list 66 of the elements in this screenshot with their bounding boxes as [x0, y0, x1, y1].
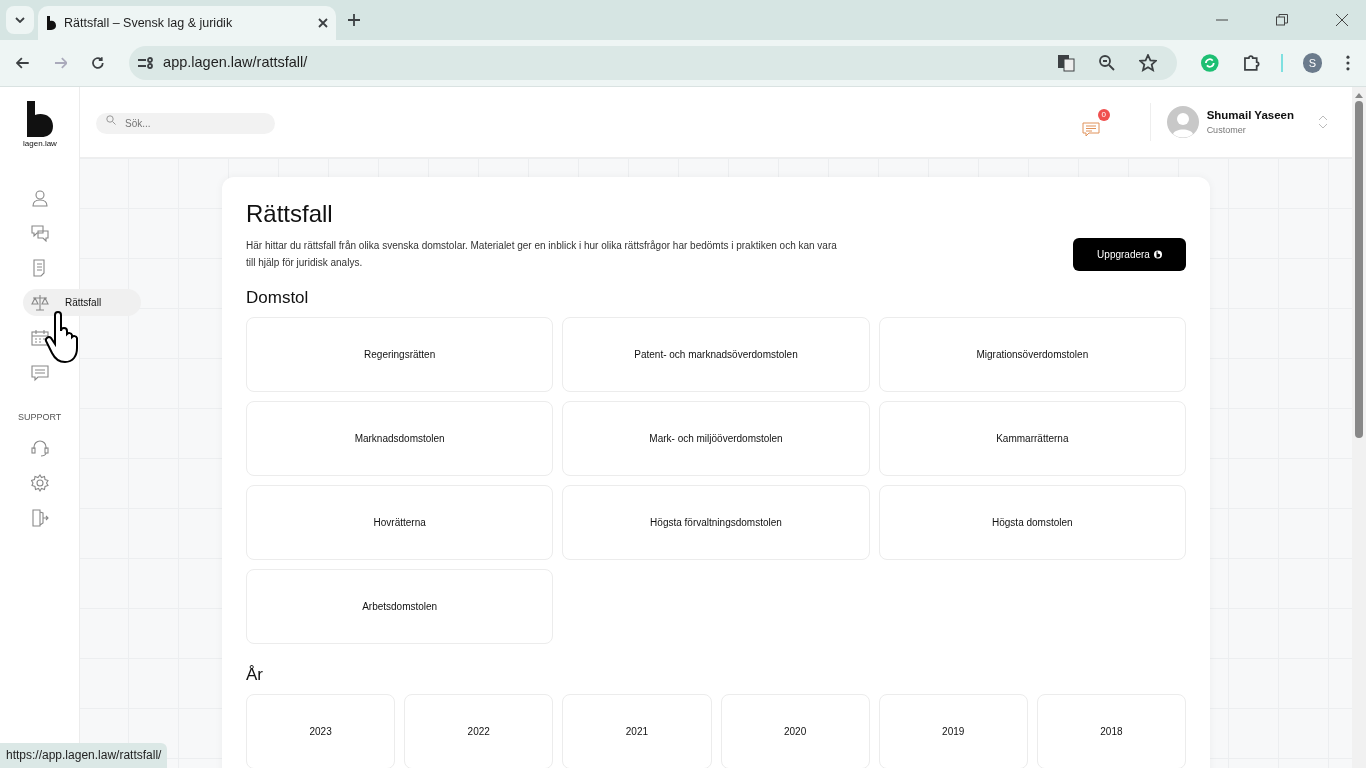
url-text: app.lagen.law/rattsfall/ — [163, 53, 309, 73]
chevron-down-icon — [15, 17, 25, 23]
court-tile[interactable]: Högsta förvaltningsdomstolen — [562, 485, 870, 560]
scrollbar[interactable] — [1352, 87, 1366, 768]
year-tile[interactable]: 2023 — [246, 694, 396, 768]
message-icon — [1081, 121, 1100, 138]
new-tab-icon[interactable] — [348, 14, 360, 26]
nav-item[interactable]: Rättsfall — [23, 289, 141, 316]
person-icon — [31, 188, 49, 207]
court-tile[interactable]: Migrationsöverdomstolen — [878, 317, 1186, 392]
scales-icon — [31, 293, 49, 312]
scroll-up-icon[interactable] — [1355, 92, 1363, 98]
year-tile[interactable]: 2019 — [878, 694, 1028, 768]
chat-bubbles-icon — [31, 223, 49, 242]
court-tile[interactable]: Kammarrätterna — [878, 401, 1186, 476]
headset-icon[interactable] — [31, 439, 49, 457]
upgrade-button[interactable]: Uppgradera — [1073, 237, 1186, 271]
status-url: https://app.lagen.law/rattsfall/ — [0, 743, 168, 768]
browser-tab[interactable]: Rättsfall – Svensk lag & juridik — [38, 6, 336, 40]
page-description: Här hittar du rättsfall från olika svenska domstolar. Materialet ger en inblick i hur olika rättsfrågor har bedömts i praktiken och kan vara till hjälp för juridisk analys. — [246, 239, 838, 270]
close-icon[interactable] — [318, 18, 328, 28]
address-bar[interactable]: app.lagen.law/rattsfall/ — [129, 46, 1178, 80]
user-role: Customer — [1206, 123, 1247, 137]
court-tile[interactable]: Regeringsrätten — [246, 317, 554, 392]
year-tile[interactable]: 2022 — [404, 694, 554, 768]
restore-icon[interactable] — [1276, 14, 1288, 26]
court-tile[interactable]: Högsta domstolen — [878, 485, 1186, 560]
logo-icon[interactable] — [27, 101, 53, 137]
search-field[interactable]: Sök... — [96, 113, 275, 134]
notifications-button[interactable]: 0 — [1081, 109, 1110, 135]
nav-item-label: Rättsfall — [65, 296, 102, 310]
tab-title: Rättsfall – Svensk lag & juridik — [64, 14, 234, 32]
logo-icon — [1153, 249, 1162, 259]
court-tile[interactable]: Arbetsdomstolen — [246, 569, 554, 644]
court-tile[interactable]: Marknadsdomstolen — [246, 401, 554, 476]
section-heading: Domstol — [246, 287, 310, 309]
site-settings-icon[interactable] — [137, 56, 156, 70]
calendar-icon — [31, 328, 49, 347]
message-icon — [31, 363, 49, 382]
profile-avatar[interactable]: S — [1302, 53, 1323, 73]
section-heading: År — [246, 664, 264, 686]
court-tile[interactable]: Mark- och miljööverdomstolen — [562, 401, 870, 476]
site-logo-icon — [46, 16, 56, 30]
settings-icon[interactable] — [31, 474, 49, 492]
court-tile[interactable]: Hovrätterna — [246, 485, 554, 560]
extensions-icon[interactable] — [1243, 54, 1261, 72]
court-tile[interactable]: Patent- och marknadsöverdomstolen — [562, 317, 870, 392]
user-name: Shumail Yaseen — [1206, 107, 1294, 123]
more-menu-icon[interactable] — [1346, 55, 1350, 71]
year-tile[interactable]: 2018 — [1036, 694, 1186, 768]
back-icon[interactable] — [16, 57, 30, 69]
year-tile[interactable]: 2020 — [720, 694, 870, 768]
tab-list-button[interactable] — [6, 6, 34, 34]
close-icon[interactable] — [1336, 14, 1348, 26]
logout-icon[interactable] — [31, 509, 49, 527]
notification-count: 0 — [1097, 109, 1110, 121]
page-title: Rättsfall — [246, 199, 334, 229]
reload-icon[interactable] — [91, 56, 106, 70]
logo-text: lagen.law — [23, 138, 57, 150]
search-icon — [106, 115, 116, 125]
avatar-icon — [1166, 106, 1199, 138]
star-icon[interactable] — [1139, 54, 1158, 72]
translate-icon[interactable] — [1057, 54, 1076, 72]
zoom-icon[interactable] — [1099, 55, 1116, 71]
year-tile[interactable]: 2021 — [562, 694, 712, 768]
section-label: SUPPORT — [18, 411, 62, 424]
